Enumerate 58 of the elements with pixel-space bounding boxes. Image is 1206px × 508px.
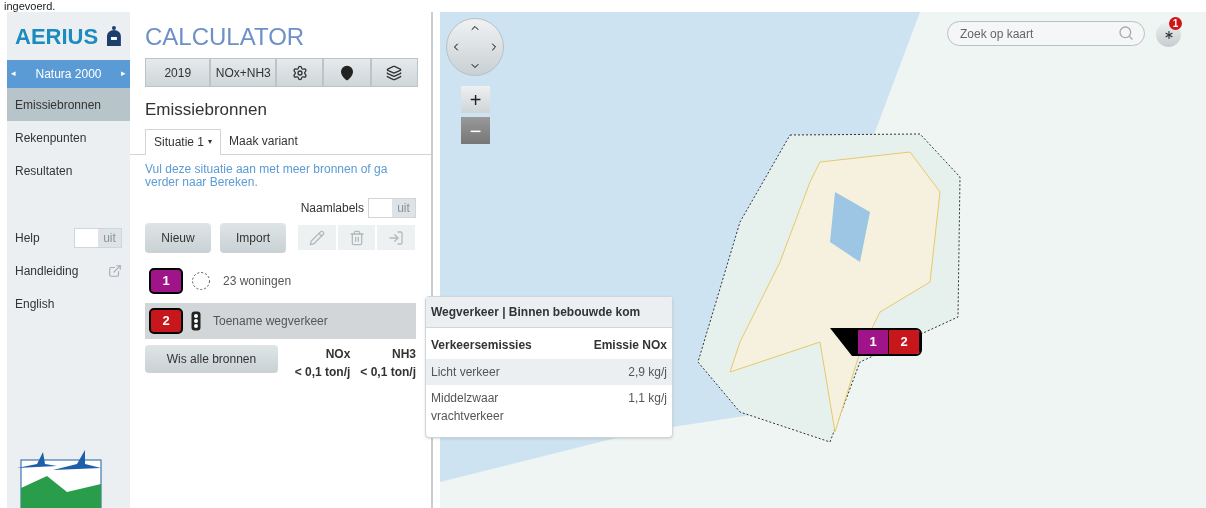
logo-text: AERIUS xyxy=(15,22,99,51)
action-button[interactable]: Nieuw xyxy=(145,222,211,253)
clear-sources-button[interactable]: Wis alle bronnen xyxy=(145,344,278,373)
traffic-light-icon xyxy=(191,310,201,331)
source-number-badge: 2 xyxy=(149,307,183,334)
settings-icon xyxy=(291,64,308,81)
total-value: < 0,1 ton/j xyxy=(360,363,416,381)
table-cell-text: Licht verkeer xyxy=(431,364,501,381)
dotted-circle-icon xyxy=(191,270,211,291)
tab[interactable]: Situatie 1 ▾ xyxy=(145,128,222,155)
toolbar-button[interactable]: NOx+NH3 xyxy=(210,58,276,87)
context-label: Natura 2000 xyxy=(35,66,102,83)
total-label: NOx xyxy=(325,345,351,363)
nav-item[interactable]: Emissiebronnen xyxy=(7,88,130,121)
tooltip-title: Wegverkeer | Binnen bebouwde kom xyxy=(426,297,672,328)
gear-button[interactable] xyxy=(275,58,324,87)
map-search-field[interactable]: Zoek op kaart xyxy=(947,21,1145,46)
source-row[interactable]: 2 Toename wegverkeer xyxy=(145,302,416,339)
source-number-badge: 1 xyxy=(149,267,183,294)
table-cell-text: Middelzwaar vrachtverkeer xyxy=(431,390,505,425)
sidebar-link[interactable]: English xyxy=(15,294,55,313)
logo-icon xyxy=(106,26,122,46)
pin-icon xyxy=(339,64,355,81)
pencil-icon xyxy=(308,229,325,246)
toolbar-button[interactable]: 2019 xyxy=(145,58,211,87)
nav-item[interactable]: Resultaten xyxy=(7,154,130,187)
total-label: NH3 xyxy=(392,345,416,363)
zoom-in-button[interactable]: + xyxy=(461,86,490,113)
marker-number: 2 xyxy=(889,330,920,354)
section-heading: Emissiebronnen xyxy=(145,99,268,121)
action-button[interactable]: Import xyxy=(220,222,286,253)
caption-text: ingevoerd. xyxy=(4,0,56,12)
export-icon xyxy=(388,229,405,246)
zoom-out-button[interactable]: − xyxy=(461,117,490,144)
external-link-icon xyxy=(108,263,122,278)
help-label: Help xyxy=(15,229,40,247)
tab[interactable]: Maak variant xyxy=(221,127,306,154)
marker-pointer-icon xyxy=(830,328,856,356)
name-labels-label: Naamlabels xyxy=(300,199,364,217)
layers-button[interactable] xyxy=(370,58,418,87)
table-cell-text: 2,9 kg/j xyxy=(628,364,667,381)
marker-number: 1 xyxy=(858,330,889,354)
source-label: Toename wegverkeer xyxy=(213,312,328,330)
source-row[interactable]: 1 23 woningen xyxy=(145,262,416,299)
trash-icon xyxy=(348,229,365,246)
info-text: Vul deze situatie aan met meer bronnen of ga verder naar Bereken. xyxy=(145,162,389,189)
column-header: Verkeersemissies xyxy=(431,337,532,354)
search-icon xyxy=(1118,25,1134,41)
layers-icon xyxy=(386,64,403,81)
column-header: Emissie NOx xyxy=(593,337,667,354)
total-value: < 0,1 ton/j xyxy=(294,363,351,381)
app-title: CALCULATOR xyxy=(145,22,306,52)
nav-item[interactable]: Rekenpunten xyxy=(7,121,130,154)
source-label: 23 woningen xyxy=(223,272,292,290)
table-cell-text: 1,1 kg/j xyxy=(628,390,667,407)
source-marker[interactable]: 1 2 xyxy=(856,328,922,356)
sidebar-link[interactable]: Handleiding xyxy=(15,261,79,280)
pin-button[interactable] xyxy=(323,58,371,87)
